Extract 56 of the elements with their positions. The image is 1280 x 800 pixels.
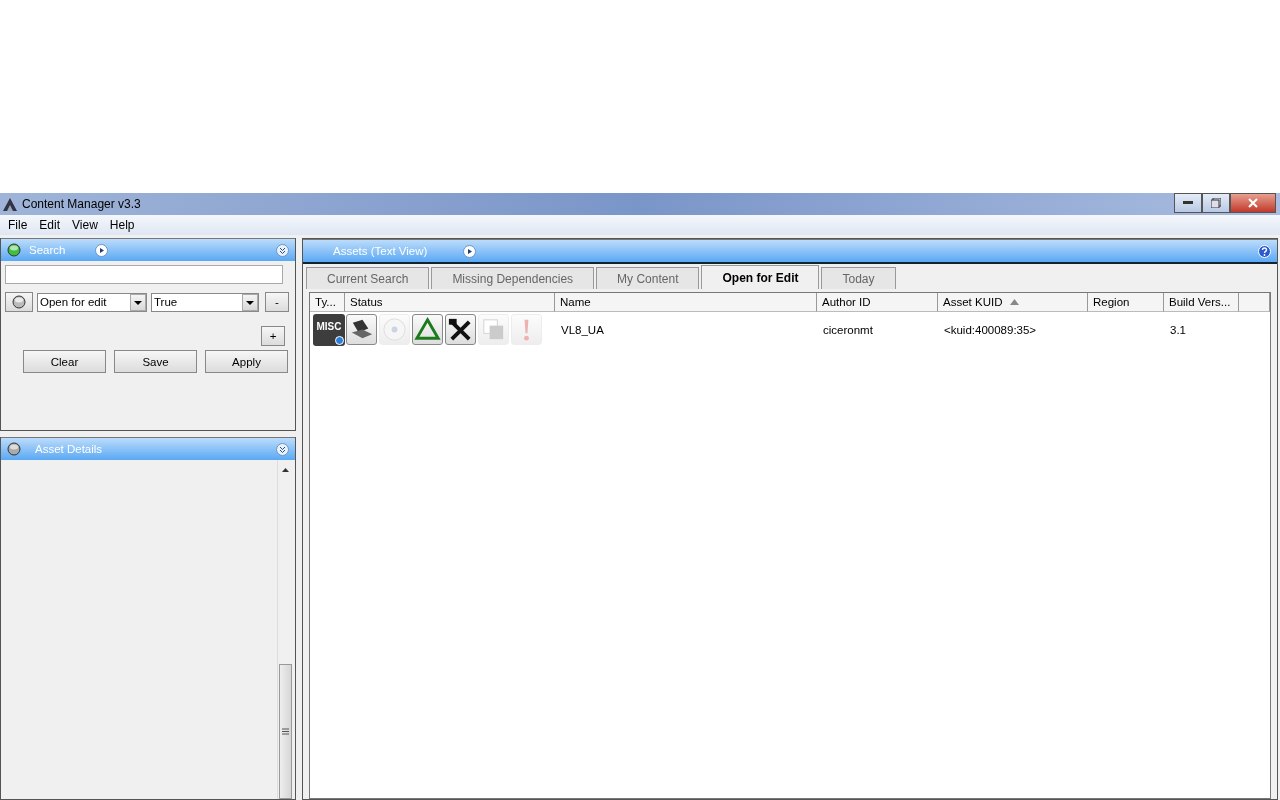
column-header[interactable]: Name [555,293,817,312]
menu-item[interactable]: Edit [33,218,67,232]
action-button[interactable]: Clear [23,350,106,373]
tab[interactable]: Open for Edit [701,265,820,289]
scroll-up-icon[interactable] [281,466,290,474]
help-icon[interactable] [1258,244,1271,258]
tab[interactable]: My Content [596,267,700,289]
table-cell-text: ciceronmt [822,323,874,336]
restore-icon [1211,198,1221,208]
tab[interactable]: Current Search [306,267,430,289]
tab[interactable]: Today [821,267,896,289]
table-cell-text: <kuid:400089:35> [943,323,1038,336]
menu-item[interactable]: View [66,218,104,232]
status-orb-icon[interactable] [7,243,21,257]
panel-title: Asset Details [35,443,103,455]
column-header[interactable]: Ty... [310,293,345,312]
app-logo-icon [2,196,18,212]
minimize-button[interactable] [1174,193,1202,213]
dropdown-caret-icon[interactable] [130,293,146,311]
table-cell-text: 3.1 [1169,323,1187,336]
add-filter-button[interactable]: + [261,326,285,346]
dropdown-caret-icon[interactable] [242,293,258,311]
action-button[interactable]: Save [114,350,197,373]
grip-icon [282,728,289,735]
close-icon [1248,198,1258,208]
field-dropdown[interactable]: Open for edit [37,292,147,312]
menu-item[interactable]: File [2,218,34,232]
window-title: Content Manager v3.3 [22,197,141,211]
restore-button[interactable] [1202,193,1230,213]
column-header[interactable]: Status [345,293,555,312]
type-badge: MISC [313,313,345,346]
collapse-icon[interactable] [276,243,289,257]
value-dropdown[interactable]: True [151,292,259,312]
close-button[interactable] [1230,193,1276,213]
scrollbar[interactable] [277,460,293,799]
column-header[interactable]: Asset KUID [938,293,1088,312]
action-button[interactable]: Apply [205,350,288,373]
toggle-button[interactable] [5,292,33,312]
column-header[interactable]: Region [1088,293,1164,312]
table-cell-text: VL8_UA [560,323,605,336]
collapse-icon[interactable] [276,442,289,456]
panel-title: Assets (Text View) [333,245,428,257]
play-icon[interactable] [95,243,109,257]
scroll-thumb[interactable] [279,664,292,799]
search-field[interactable] [5,265,283,284]
column-header[interactable]: Author ID [817,293,938,312]
panel-title: Search [29,244,66,256]
column-header[interactable]: Build Vers... [1164,293,1239,312]
remove-filter-button[interactable]: - [265,292,289,312]
orb-icon [12,295,26,309]
tab[interactable]: Missing Dependencies [431,267,595,289]
status-orb-icon[interactable] [7,442,21,456]
header-filler [1239,293,1270,312]
menu-item[interactable]: Help [103,218,141,232]
play-icon[interactable] [463,244,477,258]
minimize-icon [1183,201,1193,205]
